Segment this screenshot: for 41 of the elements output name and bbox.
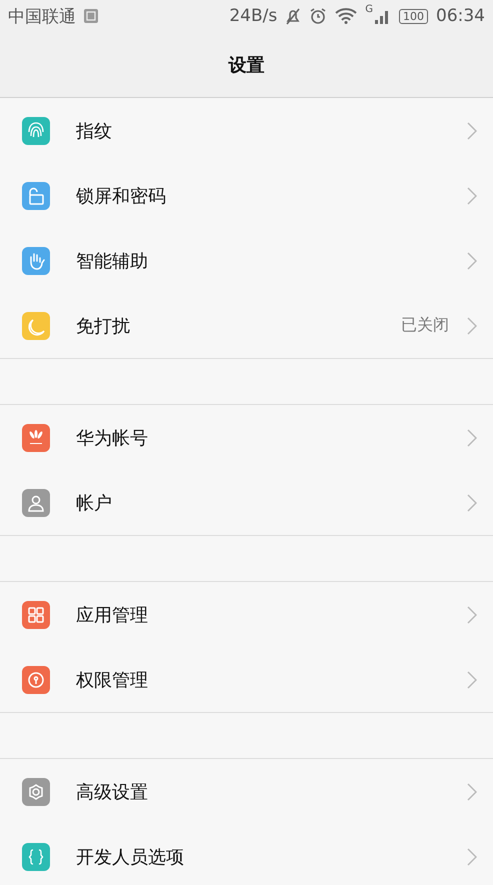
chevron-icon xyxy=(467,186,477,204)
setting-label: 帐户 xyxy=(76,492,113,514)
chevron-icon xyxy=(467,670,477,688)
settings-row[interactable]: 应用管理 xyxy=(0,582,493,647)
setting-label: 锁屏和密码 xyxy=(76,184,167,208)
network-type: G xyxy=(365,4,373,15)
mute-icon xyxy=(285,7,302,25)
settings-row[interactable]: 权限管理 xyxy=(0,647,493,712)
chevron-icon xyxy=(467,848,477,866)
alarm-icon xyxy=(309,7,328,25)
setting-label: 免打扰 xyxy=(76,314,131,338)
carrier-name: 中国联通 xyxy=(8,6,76,28)
settings-row[interactable]: 开发人员选项 xyxy=(0,824,493,885)
chevron-icon xyxy=(467,782,477,800)
network-speed: 24B/s xyxy=(229,6,278,26)
battery-level: 100 xyxy=(399,8,428,24)
setting-label: 指纹 xyxy=(76,120,113,142)
setting-value: 已关闭 xyxy=(401,315,449,336)
image-notification-icon xyxy=(84,9,98,23)
page-title: 设置 xyxy=(228,54,264,76)
chevron-icon xyxy=(467,122,477,140)
settings-row[interactable]: 免打扰 已关闭 xyxy=(0,293,493,358)
chevron-icon xyxy=(467,252,477,270)
chevron-icon xyxy=(467,606,477,624)
settings-row[interactable]: 华为帐号 xyxy=(0,405,493,470)
setting-label: 开发人员选项 xyxy=(76,846,185,868)
setting-label: 智能辅助 xyxy=(76,250,149,272)
chevron-icon xyxy=(467,428,477,446)
settings-row[interactable]: 高级设置 xyxy=(0,759,493,824)
settings-row[interactable]: 帐户 xyxy=(0,470,493,535)
setting-label: 权限管理 xyxy=(76,668,149,692)
clock-time: 06:34 xyxy=(436,6,485,26)
setting-label: 高级设置 xyxy=(76,780,149,804)
chevron-icon xyxy=(467,494,477,512)
setting-label: 华为帐号 xyxy=(76,426,149,450)
setting-label: 应用管理 xyxy=(76,604,149,626)
settings-row[interactable]: 智能辅助 xyxy=(0,228,493,293)
settings-row[interactable]: 指纹 xyxy=(0,98,493,163)
chevron-icon xyxy=(467,316,477,334)
wifi-icon xyxy=(335,8,358,24)
settings-row[interactable]: 锁屏和密码 xyxy=(0,163,493,228)
